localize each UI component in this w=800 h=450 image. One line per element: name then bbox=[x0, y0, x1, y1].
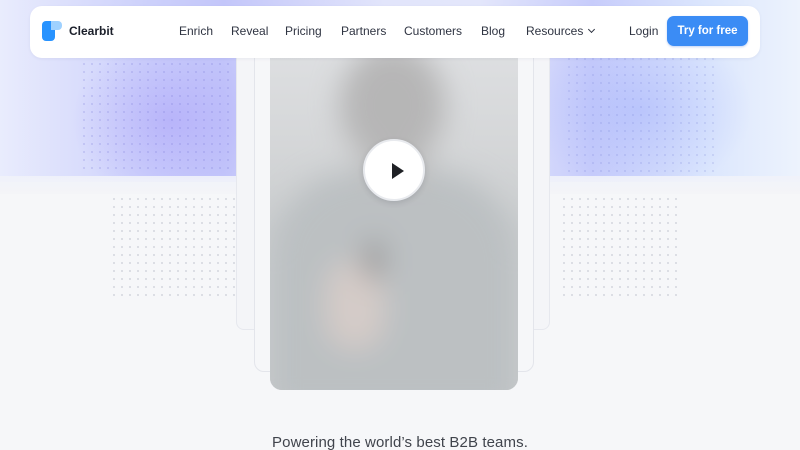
play-icon bbox=[392, 163, 404, 179]
dot-pattern bbox=[80, 60, 230, 175]
nav-item-blog[interactable]: Blog bbox=[481, 24, 505, 38]
video-thumbnail[interactable] bbox=[270, 40, 518, 390]
try-for-free-button[interactable]: Try for free bbox=[667, 16, 748, 46]
nav-item-partners[interactable]: Partners bbox=[341, 24, 386, 38]
nav-item-pricing[interactable]: Pricing bbox=[285, 24, 322, 38]
nav-item-resources-label: Resources bbox=[526, 24, 584, 38]
hero-tagline: Powering the world’s best B2B teams. bbox=[272, 434, 528, 450]
login-link[interactable]: Login bbox=[629, 24, 658, 38]
brand-name: Clearbit bbox=[69, 24, 114, 38]
play-video-button[interactable] bbox=[363, 139, 425, 201]
dot-pattern bbox=[560, 195, 680, 300]
nav-item-customers[interactable]: Customers bbox=[404, 24, 462, 38]
clearbit-logo-icon bbox=[42, 21, 62, 41]
top-navbar: Clearbit Enrich Reveal Pricing Partners … bbox=[30, 6, 760, 58]
nav-item-resources[interactable]: Resources bbox=[526, 24, 596, 38]
chevron-down-icon bbox=[588, 25, 596, 34]
nav-item-reveal[interactable]: Reveal bbox=[231, 24, 268, 38]
nav-item-enrich[interactable]: Enrich bbox=[179, 24, 213, 38]
dot-pattern bbox=[110, 195, 240, 300]
dot-pattern bbox=[565, 55, 715, 175]
brand-home-link[interactable]: Clearbit bbox=[42, 20, 114, 42]
